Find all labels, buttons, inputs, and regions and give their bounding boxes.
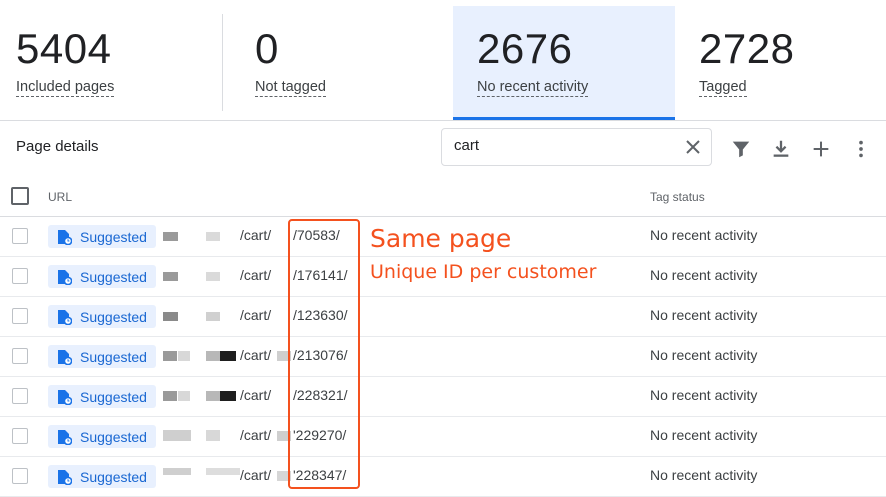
filter-icon[interactable] (730, 138, 752, 160)
column-header-url: URL (48, 190, 73, 204)
close-icon[interactable] (685, 139, 701, 155)
tag-status: No recent activity (650, 387, 758, 403)
column-header-tag-status: Tag status (650, 190, 705, 204)
suggested-chip: Suggested (48, 305, 156, 328)
tag-clock-icon (58, 270, 72, 285)
redacted-block (163, 312, 178, 321)
table-row[interactable]: Suggested /cart/ /123630/ No recent acti… (0, 296, 886, 337)
stat-no-recent-activity[interactable]: 2676 No recent activity (453, 6, 675, 120)
tag-status: No recent activity (650, 227, 758, 243)
tag-status: No recent activity (650, 347, 758, 363)
annotation-highlight-box (288, 219, 360, 489)
row-checkbox[interactable] (12, 388, 28, 404)
url-path[interactable]: /cart/ (240, 467, 271, 483)
redacted-block (163, 232, 178, 241)
stat-label: No recent activity (477, 79, 589, 97)
row-checkbox[interactable] (12, 468, 28, 484)
stat-value: 2676 (477, 25, 573, 72)
select-all-checkbox[interactable] (11, 187, 29, 205)
chip-label: Suggested (80, 349, 147, 365)
redacted-block (206, 351, 220, 361)
tag-clock-icon (58, 230, 72, 245)
stat-label: Not tagged (255, 79, 326, 97)
redacted-block (163, 351, 177, 361)
redacted-block (206, 430, 220, 441)
redacted-block (178, 351, 190, 361)
url-path[interactable]: /cart/ (240, 307, 271, 323)
stat-value: 5404 (16, 25, 112, 72)
stats-bar: 5404 Included pages 0 Not tagged 2676 No… (0, 0, 886, 121)
tag-status: No recent activity (650, 267, 758, 283)
table-row[interactable]: Suggested /cart/ '229270/ No recent acti… (0, 416, 886, 457)
chip-label: Suggested (80, 229, 147, 245)
row-checkbox[interactable] (12, 348, 28, 364)
stat-value: 0 (255, 25, 279, 72)
tag-clock-icon (58, 430, 72, 445)
tag-clock-icon (58, 470, 72, 485)
chip-label: Suggested (80, 269, 147, 285)
suggested-chip: Suggested (48, 425, 156, 448)
annotation-subtitle: Unique ID per customer (370, 261, 597, 283)
stat-tagged[interactable]: 2728 Tagged (675, 6, 886, 118)
tag-status: No recent activity (650, 427, 758, 443)
chip-label: Suggested (80, 389, 147, 405)
redacted-block (178, 391, 190, 401)
redacted-block (163, 391, 177, 401)
url-path[interactable]: /cart/ (240, 387, 271, 403)
redacted-block (163, 430, 191, 441)
redacted-block (206, 312, 220, 321)
table-row[interactable]: Suggested /cart/ /228321/ No recent acti… (0, 376, 886, 417)
redacted-block (163, 272, 178, 281)
tag-clock-icon (58, 390, 72, 405)
redacted-block (220, 391, 236, 401)
url-path[interactable]: /cart/ (240, 227, 271, 243)
row-checkbox[interactable] (12, 428, 28, 444)
redacted-block (206, 272, 220, 281)
tag-clock-icon (58, 310, 72, 325)
suggested-chip: Suggested (48, 225, 156, 248)
search-field[interactable]: cart (441, 128, 712, 166)
stat-label: Included pages (16, 79, 115, 97)
redacted-block (206, 468, 240, 475)
table-row[interactable]: Suggested /cart/ '228347/ No recent acti… (0, 456, 886, 497)
download-icon[interactable] (770, 138, 792, 160)
tag-status: No recent activity (650, 307, 758, 323)
stat-not-tagged[interactable]: 0 Not tagged (223, 6, 453, 118)
more-options-icon[interactable] (850, 138, 872, 160)
tag-clock-icon (58, 350, 72, 365)
annotation-title: Same page (370, 224, 512, 253)
redacted-block (220, 351, 236, 361)
suggested-chip: Suggested (48, 265, 156, 288)
table-row[interactable]: Suggested /cart/ /213076/ No recent acti… (0, 336, 886, 377)
table-header: URL Tag status (0, 176, 886, 217)
section-title: Page details (16, 138, 99, 155)
row-checkbox[interactable] (12, 268, 28, 284)
url-path[interactable]: /cart/ (240, 267, 271, 283)
tag-status: No recent activity (650, 467, 758, 483)
row-checkbox[interactable] (12, 308, 28, 324)
suggested-chip: Suggested (48, 345, 156, 368)
row-checkbox[interactable] (12, 228, 28, 244)
chip-label: Suggested (80, 309, 147, 325)
chip-label: Suggested (80, 469, 147, 485)
stat-value: 2728 (699, 25, 795, 72)
suggested-chip: Suggested (48, 465, 156, 488)
chip-label: Suggested (80, 429, 147, 445)
suggested-chip: Suggested (48, 385, 156, 408)
redacted-block (206, 232, 220, 241)
url-path[interactable]: /cart/ (240, 347, 271, 363)
stat-included-pages[interactable]: 5404 Included pages (0, 6, 220, 118)
stat-label: Tagged (699, 79, 747, 97)
search-input[interactable]: cart (454, 137, 479, 154)
add-icon[interactable] (810, 138, 832, 160)
redacted-block (163, 468, 191, 475)
url-path[interactable]: /cart/ (240, 427, 271, 443)
redacted-block (206, 391, 220, 401)
